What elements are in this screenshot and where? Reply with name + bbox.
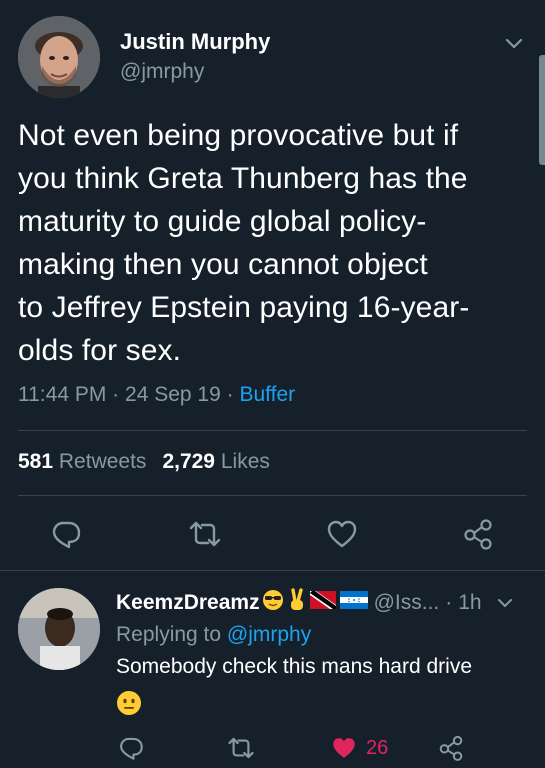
retweets-stat[interactable]: 581 Retweets bbox=[18, 450, 146, 473]
share-button[interactable] bbox=[458, 514, 498, 554]
author-handle[interactable]: @jmrphy bbox=[120, 58, 270, 86]
reply-retweet-button[interactable] bbox=[226, 732, 256, 764]
victory-hand-emoji bbox=[288, 588, 306, 618]
tweet-author[interactable]: Justin Murphy @jmrphy bbox=[120, 28, 270, 86]
reply-reply-button[interactable] bbox=[117, 732, 145, 764]
retweet-button[interactable] bbox=[185, 514, 225, 554]
heart-icon bbox=[333, 738, 355, 758]
tweet-date[interactable]: 24 Sep 19 bbox=[125, 383, 221, 406]
retweet-icon bbox=[228, 737, 254, 759]
reply-author-name[interactable]: KeemzDreamz bbox=[116, 591, 260, 615]
honduras-flag-emoji bbox=[339, 591, 368, 615]
tweet-text-line: olds for sex. bbox=[18, 334, 182, 367]
likes-count: 2,729 bbox=[162, 450, 215, 473]
divider bbox=[18, 495, 527, 496]
tweet-text-line: Not even being provocative but if bbox=[18, 119, 459, 152]
heart-icon bbox=[327, 520, 357, 548]
reply-header: KeemzDreamz @Iss... · 1h bbox=[116, 586, 531, 620]
reply-like-button[interactable]: 26 bbox=[330, 732, 388, 764]
reply-actions: 26 bbox=[0, 728, 545, 768]
share-icon bbox=[439, 735, 463, 761]
reply-icon bbox=[120, 737, 143, 760]
replying-prefix: Replying to bbox=[116, 623, 222, 646]
sunglasses-face-emoji bbox=[262, 589, 284, 617]
retweet-icon bbox=[189, 521, 221, 547]
author-name[interactable]: Justin Murphy bbox=[120, 28, 270, 56]
reply: KeemzDreamz @Iss... · 1h Replying to @jm… bbox=[116, 586, 531, 721]
retweets-label: Retweets bbox=[58, 450, 147, 473]
scroll-indicator[interactable] bbox=[539, 55, 545, 165]
reply-button[interactable] bbox=[46, 514, 86, 554]
share-icon bbox=[464, 519, 492, 550]
chevron-down-icon[interactable] bbox=[494, 592, 516, 614]
tweet-header: Justin Murphy @jmrphy bbox=[18, 16, 527, 102]
likes-label: Likes bbox=[220, 450, 270, 473]
tweet-meta: 11:44 PM · 24 Sep 19 · Buffer bbox=[18, 383, 295, 407]
divider bbox=[0, 570, 545, 571]
tweet-stats: 581 Retweets 2,729 Likes bbox=[18, 450, 270, 474]
chevron-down-icon[interactable] bbox=[501, 30, 527, 56]
reply-like-count: 26 bbox=[366, 736, 389, 759]
tweet-text: Not even being provocative but if you th… bbox=[18, 114, 523, 372]
avatar[interactable] bbox=[18, 16, 100, 98]
reply-icon bbox=[52, 521, 81, 549]
reply-time[interactable]: 1h bbox=[458, 591, 481, 615]
replying-mention[interactable]: @jmrphy bbox=[227, 623, 311, 646]
tweet-actions bbox=[0, 508, 545, 568]
tweet-text-line: making then you cannot object bbox=[18, 248, 428, 281]
tweet-text-line: maturity to guide global policy- bbox=[18, 205, 427, 238]
tweet-source[interactable]: Buffer bbox=[239, 383, 295, 406]
like-button[interactable] bbox=[322, 514, 362, 554]
reply-share-button[interactable] bbox=[437, 732, 465, 764]
tweet-text-line: to Jeffrey Epstein paying 16-year- bbox=[18, 291, 470, 324]
likes-stat[interactable]: 2,729 Likes bbox=[162, 450, 269, 473]
tweet-time[interactable]: 11:44 PM bbox=[18, 383, 106, 406]
reply-text: Somebody check this mans hard drive bbox=[116, 655, 473, 678]
reply-author-handle[interactable]: @Iss... bbox=[374, 591, 440, 615]
tweet-text-line: you think Greta Thunberg has the bbox=[18, 162, 468, 195]
retweets-count: 581 bbox=[18, 450, 54, 473]
meta-separator: · bbox=[112, 383, 120, 406]
replying-to: Replying to @jmrphy bbox=[116, 620, 531, 650]
neutral-face-emoji bbox=[116, 690, 531, 721]
reply-separator: · bbox=[445, 591, 453, 614]
trinidad-flag-emoji bbox=[309, 591, 336, 615]
divider bbox=[18, 430, 527, 431]
meta-separator: · bbox=[226, 383, 234, 406]
reply-avatar[interactable] bbox=[18, 588, 100, 670]
